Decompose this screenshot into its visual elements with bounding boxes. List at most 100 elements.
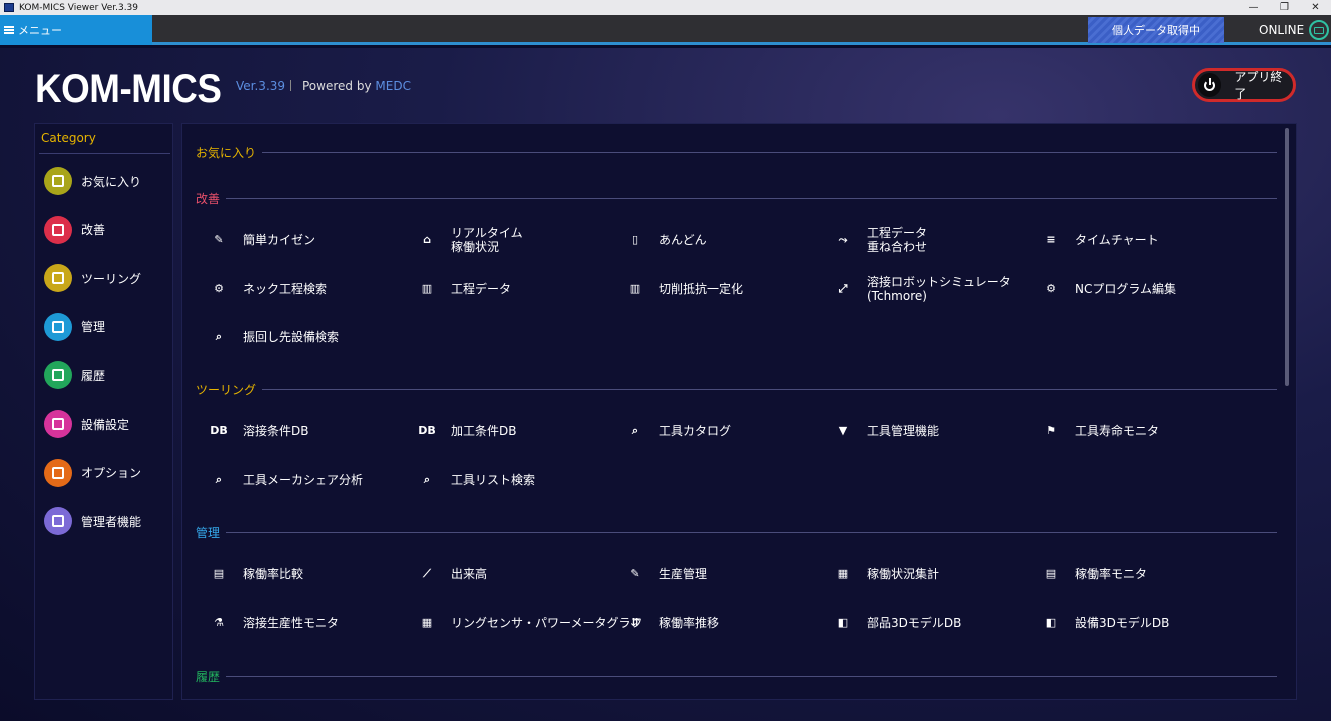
app-tile-label: リアルタイム 稼働状況: [451, 226, 523, 254]
app-tile[interactable]: ⌕ 工具カタログ: [622, 413, 731, 449]
equipment-settings-icon: [44, 410, 72, 438]
app-tile[interactable]: ▦ 稼働状況集計: [830, 556, 939, 592]
app-tile[interactable]: ▯ あんどん: [622, 222, 707, 258]
app-tile-icon: ⌂: [423, 233, 431, 246]
app-tile[interactable]: ≡ タイムチャート: [1038, 222, 1159, 258]
section-kaizen: 改善: [196, 190, 1278, 207]
minimize-button[interactable]: —: [1238, 0, 1269, 15]
sidebar-item-options[interactable]: オプション: [44, 457, 141, 489]
options-icon: [44, 458, 72, 487]
app-tile[interactable]: ⌂ リアルタイム 稼働状況: [414, 222, 523, 258]
app-tile[interactable]: ▤ 稼働率比較: [206, 556, 303, 592]
section-history: 履歴: [196, 668, 1278, 685]
sidebar-item-kaizen[interactable]: 改善: [44, 214, 105, 246]
app-tile[interactable]: DB 溶接条件DB: [206, 413, 308, 449]
sidebar-item-label: ツーリング: [81, 271, 142, 286]
sidebar-item-label: オプション: [81, 466, 142, 481]
app-tile-label: リングセンサ・パワーメータグラフ: [451, 615, 643, 630]
sidebar-item-equipment-settings[interactable]: 設備設定: [44, 408, 129, 440]
app-tile-label: NCプログラム編集: [1075, 281, 1176, 296]
top-bar: メニュー 個人データ取得中 ONLINE: [0, 15, 1331, 45]
sidebar-item-history[interactable]: 履歴: [44, 359, 105, 391]
app-tile[interactable]: ✎ 生産管理: [622, 556, 707, 592]
app-icon: [4, 3, 14, 12]
online-label: ONLINE: [1259, 23, 1305, 37]
app-tile-icon: ▤: [213, 567, 225, 580]
app-tile-label: 稼働状況集計: [867, 567, 940, 581]
app-tile-icon: ⚗: [214, 615, 224, 629]
app-tile[interactable]: ⇵ 稼働率推移: [622, 605, 719, 641]
app-tile-icon: ⌕: [423, 472, 431, 486]
app-tile[interactable]: ⌕ 工具メーカシェア分析: [206, 462, 363, 498]
section-title: 改善: [196, 192, 221, 206]
content-panel: お気に入り改善 ✎ 簡単カイゼン ⌂ リアルタイム 稼働状況 ▯ あんどん ⤳ 工程データ 重ね…: [181, 123, 1297, 700]
app-tile-label: 工具メーカシェア分析: [243, 472, 364, 487]
app-tile-label: 工程データ: [451, 281, 512, 296]
sidebar-item-favorite[interactable]: お気に入り: [44, 165, 141, 197]
sidebar-item-label: 管理者機能: [81, 514, 142, 529]
app-tile[interactable]: ⌕ 工具リスト検索: [414, 462, 535, 498]
quit-app-button[interactable]: アプリ終了: [1192, 68, 1296, 102]
category-sidebar: Category お気に入り改善ツーリング管理履歴設備設定オプション管理者機能: [34, 123, 173, 700]
app-tile[interactable]: ⤳ 工程データ 重ね合わせ: [830, 222, 927, 258]
personal-data-button[interactable]: 個人データ取得中: [1088, 17, 1224, 43]
app-tile[interactable]: ⚗ 溶接生産性モニタ: [206, 605, 339, 641]
app-tile[interactable]: ◧ 設備3DモデルDB: [1038, 605, 1170, 641]
medc-link[interactable]: MEDC: [375, 79, 411, 93]
vertical-scrollbar[interactable]: [1285, 128, 1289, 386]
app-tile-label: 簡単カイゼン: [243, 233, 316, 247]
app-tile[interactable]: ⚙ ネック工程検索: [206, 271, 327, 307]
powered-by: Powered by MEDC: [302, 79, 411, 93]
app-tile-icon: ⚙: [1046, 281, 1056, 295]
category-title: Category: [41, 131, 96, 145]
app-tile-label: 工具リスト検索: [451, 472, 536, 487]
sidebar-item-management[interactable]: 管理: [44, 311, 105, 343]
app-tile-icon: ▦: [837, 567, 849, 580]
monitor-icon[interactable]: [1309, 20, 1330, 40]
app-tile-icon: ⤢: [838, 281, 848, 295]
app-tile[interactable]: ▼ 工具管理機能: [830, 413, 939, 449]
app-tile[interactable]: ▤ 稼働率モニタ: [1038, 556, 1147, 592]
sidebar-item-admin[interactable]: 管理者機能: [44, 505, 141, 537]
app-tile-label: 溶接ロボットシミュレータ (Tchmore): [867, 274, 1011, 303]
app-tile[interactable]: ◧ 部品3DモデルDB: [830, 605, 962, 641]
history-icon: [44, 361, 72, 390]
sidebar-item-tooling[interactable]: ツーリング: [44, 262, 141, 294]
app-tile[interactable]: ▦ リングセンサ・パワーメータグラフ: [414, 605, 643, 641]
hamburger-icon: [4, 26, 14, 34]
app-tile-icon: ▦: [421, 615, 433, 629]
sidebar-item-label: 履歴: [81, 368, 106, 383]
app-tile[interactable]: ⟋ 出来高: [414, 556, 487, 592]
app-tile[interactable]: DB 加工条件DB: [414, 413, 516, 449]
app-tile[interactable]: ▥ 工程データ: [414, 271, 511, 307]
app-tile-icon: DB: [418, 424, 436, 437]
app-logo: KOM-MICS: [35, 67, 222, 111]
version-label: Ver.3.39: [236, 79, 286, 93]
app-tile[interactable]: ⤢ 溶接ロボットシミュレータ (Tchmore): [830, 271, 1011, 307]
app-tile[interactable]: ⚙ NCプログラム編集: [1038, 271, 1176, 307]
restore-button[interactable]: ❐: [1269, 0, 1300, 15]
app-tile[interactable]: ▥ 切削抵抗一定化: [622, 271, 743, 307]
section-title: 履歴: [196, 670, 221, 684]
management-icon: [44, 312, 72, 341]
section-title: ツーリング: [196, 383, 257, 397]
menu-label: メニュー: [18, 24, 62, 37]
app-tile-icon: ✎: [214, 233, 224, 246]
close-button[interactable]: ✕: [1300, 0, 1331, 15]
section-favorites: お気に入り: [196, 144, 1278, 161]
app-tile-icon: ⤳: [838, 233, 848, 246]
app-tile-icon: ▤: [1045, 567, 1057, 580]
app-tile-icon: DB: [210, 424, 228, 437]
app-tile-label: 工程データ 重ね合わせ: [867, 226, 928, 254]
window-title: KOM-MICS Viewer Ver.3.39: [19, 2, 139, 13]
app-tile-label: タイムチャート: [1075, 233, 1159, 247]
app-tile[interactable]: ⌕ 振回し先設備検索: [206, 319, 339, 355]
menu-button[interactable]: メニュー: [0, 15, 152, 45]
app-tile-label: 部品3DモデルDB: [867, 615, 962, 630]
header-divider: [290, 80, 291, 91]
app-tile[interactable]: ✎ 簡単カイゼン: [206, 222, 315, 258]
app-tile-label: 設備3DモデルDB: [1075, 615, 1170, 630]
kaizen-icon: [44, 215, 72, 244]
app-tile[interactable]: ⚑ 工具寿命モニタ: [1038, 413, 1159, 449]
app-tile-icon: ⌕: [215, 330, 223, 343]
